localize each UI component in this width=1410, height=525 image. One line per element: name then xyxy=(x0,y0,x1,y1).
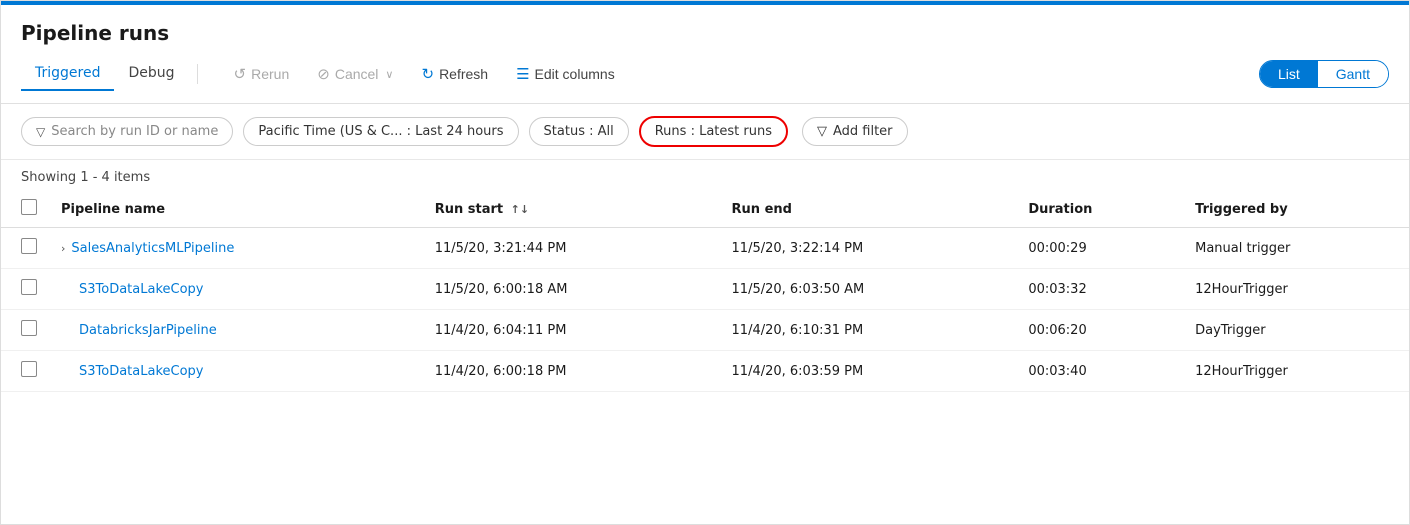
status-filter-label: Status : All xyxy=(544,124,614,139)
row-run-start: 11/5/20, 3:21:44 PM xyxy=(423,228,720,269)
header: Pipeline runs Triggered Debug ↺ Rerun xyxy=(1,5,1409,104)
pipeline-link[interactable]: S3ToDataLakeCopy xyxy=(79,282,204,297)
row-run-end: 11/5/20, 6:03:50 AM xyxy=(720,269,1017,310)
row-triggered-by: Manual trigger xyxy=(1183,228,1409,269)
row-run-end: 11/4/20, 6:10:31 PM xyxy=(720,310,1017,351)
time-filter-label: Pacific Time (US & C... : Last 24 hours xyxy=(258,124,503,139)
view-toggle: List Gantt xyxy=(1259,60,1389,88)
pipeline-link[interactable]: DatabricksJarPipeline xyxy=(79,323,217,338)
row-duration: 00:03:40 xyxy=(1016,351,1183,392)
row-checkbox[interactable] xyxy=(21,320,37,336)
edit-columns-button[interactable]: ☰ Edit columns xyxy=(504,59,627,89)
edit-columns-icon: ☰ xyxy=(516,65,529,83)
header-pipeline-name: Pipeline name xyxy=(49,191,423,228)
pipeline-link[interactable]: S3ToDataLakeCopy xyxy=(79,364,204,379)
row-checkbox[interactable] xyxy=(21,279,37,295)
table-row: S3ToDataLakeCopy 11/5/20, 6:00:18 AM 11/… xyxy=(1,269,1409,310)
row-pipeline-name: › SalesAnalyticsMLPipeline xyxy=(49,228,423,269)
row-duration: 00:06:20 xyxy=(1016,310,1183,351)
add-filter-icon: ▽ xyxy=(817,124,827,139)
showing-text: Showing 1 - 4 items xyxy=(1,160,1409,191)
expand-arrow-icon[interactable]: › xyxy=(61,242,65,255)
row-duration: 00:00:29 xyxy=(1016,228,1183,269)
row-checkbox-cell xyxy=(1,310,49,351)
filters-row: ▽ Search by run ID or name Pacific Time … xyxy=(1,104,1409,160)
list-view-button[interactable]: List xyxy=(1260,61,1318,87)
page-container: Pipeline runs Triggered Debug ↺ Rerun xyxy=(0,0,1410,525)
row-checkbox[interactable] xyxy=(21,361,37,377)
runs-filter-label: Runs : Latest runs xyxy=(655,124,772,139)
select-all-checkbox[interactable] xyxy=(21,199,37,215)
tab-divider xyxy=(197,64,198,84)
row-checkbox[interactable] xyxy=(21,238,37,254)
refresh-button[interactable]: ↻ Refresh xyxy=(409,59,500,89)
add-filter-button[interactable]: ▽ Add filter xyxy=(802,117,908,146)
search-filter[interactable]: ▽ Search by run ID or name xyxy=(21,117,233,146)
header-triggered-by: Triggered by xyxy=(1183,191,1409,228)
header-run-start[interactable]: Run start ↑↓ xyxy=(423,191,720,228)
row-run-start: 11/4/20, 6:04:11 PM xyxy=(423,310,720,351)
toolbar-actions: ↺ Rerun ⊘ Cancel ∨ ↻ Refresh ☰ Edit xyxy=(222,59,1389,89)
refresh-icon: ↻ xyxy=(421,65,434,83)
row-triggered-by: 12HourTrigger xyxy=(1183,269,1409,310)
cancel-icon: ⊘ xyxy=(317,65,330,83)
cancel-chevron-icon: ∨ xyxy=(385,68,393,81)
row-run-start: 11/4/20, 6:00:18 PM xyxy=(423,351,720,392)
row-checkbox-cell xyxy=(1,269,49,310)
cancel-dropdown: ⊘ Cancel ∨ xyxy=(305,59,405,89)
row-run-start: 11/5/20, 6:00:18 AM xyxy=(423,269,720,310)
add-filter-label: Add filter xyxy=(833,124,893,139)
table-row: › SalesAnalyticsMLPipeline 11/5/20, 3:21… xyxy=(1,228,1409,269)
page-title: Pipeline runs xyxy=(21,21,1389,45)
rerun-button[interactable]: ↺ Rerun xyxy=(222,59,302,89)
header-checkbox-col xyxy=(1,191,49,228)
row-duration: 00:03:32 xyxy=(1016,269,1183,310)
table-row: S3ToDataLakeCopy 11/4/20, 6:00:18 PM 11/… xyxy=(1,351,1409,392)
runs-filter[interactable]: Runs : Latest runs xyxy=(639,116,788,147)
table-header-row: Pipeline name Run start ↑↓ Run end Durat… xyxy=(1,191,1409,228)
tab-group: Triggered Debug xyxy=(21,57,206,91)
pipeline-runs-table: Pipeline name Run start ↑↓ Run end Durat… xyxy=(1,191,1409,392)
time-filter[interactable]: Pacific Time (US & C... : Last 24 hours xyxy=(243,117,518,146)
header-run-end: Run end xyxy=(720,191,1017,228)
row-run-end: 11/4/20, 6:03:59 PM xyxy=(720,351,1017,392)
row-pipeline-name: S3ToDataLakeCopy xyxy=(49,269,423,310)
status-filter[interactable]: Status : All xyxy=(529,117,629,146)
tab-debug[interactable]: Debug xyxy=(114,57,188,91)
row-triggered-by: DayTrigger xyxy=(1183,310,1409,351)
tab-triggered[interactable]: Triggered xyxy=(21,57,114,91)
row-checkbox-cell xyxy=(1,228,49,269)
row-pipeline-name: S3ToDataLakeCopy xyxy=(49,351,423,392)
gantt-view-button[interactable]: Gantt xyxy=(1318,61,1388,87)
pipeline-link[interactable]: SalesAnalyticsMLPipeline xyxy=(71,241,234,256)
cancel-button[interactable]: ⊘ Cancel ∨ xyxy=(305,59,405,89)
sort-icon: ↑↓ xyxy=(511,203,529,216)
row-triggered-by: 12HourTrigger xyxy=(1183,351,1409,392)
rerun-icon: ↺ xyxy=(234,65,247,83)
row-run-end: 11/5/20, 3:22:14 PM xyxy=(720,228,1017,269)
table-row: DatabricksJarPipeline 11/4/20, 6:04:11 P… xyxy=(1,310,1409,351)
toolbar: Triggered Debug ↺ Rerun ⊘ Cancel ∨ xyxy=(21,57,1389,91)
search-placeholder: Search by run ID or name xyxy=(51,124,218,139)
row-checkbox-cell xyxy=(1,351,49,392)
header-duration: Duration xyxy=(1016,191,1183,228)
row-pipeline-name: DatabricksJarPipeline xyxy=(49,310,423,351)
search-filter-icon: ▽ xyxy=(36,125,45,139)
